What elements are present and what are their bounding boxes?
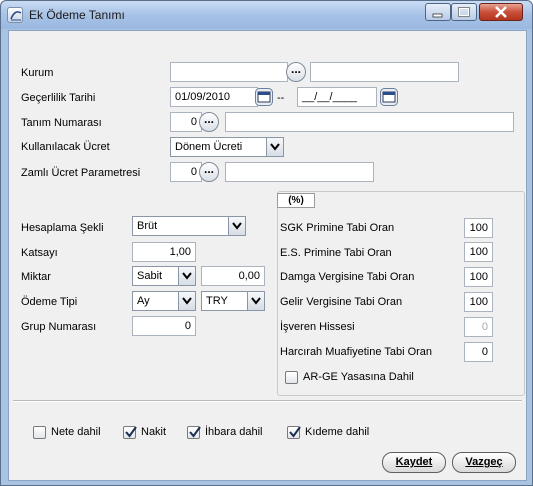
date-separator: -- <box>277 92 285 104</box>
gelir-label: Gelir Vergisine Tabi Oran <box>280 296 403 308</box>
kurum-lookup-button[interactable]: ... <box>286 62 306 82</box>
end-calendar-button[interactable] <box>379 87 399 107</box>
close-icon <box>495 6 507 18</box>
kurum-name-field[interactable] <box>310 62 459 82</box>
calendar-icon <box>380 88 398 106</box>
nakit-checkbox[interactable] <box>123 426 137 439</box>
miktar-type-value: Sabit <box>137 270 163 282</box>
start-date-field[interactable]: 01/09/2010 <box>170 87 258 107</box>
sgk-field[interactable]: 100 <box>464 218 493 238</box>
hesaplama-label: Hesaplama Şekli <box>21 222 104 234</box>
harcirah-field[interactable]: 0 <box>464 342 493 362</box>
odeme-tipi-label: Ödeme Tipi <box>21 296 78 308</box>
kurum-field[interactable] <box>170 62 288 82</box>
hesaplama-select[interactable]: Brüt <box>132 216 246 236</box>
title-bar[interactable]: Ek Ödeme Tanımı <box>1 1 532 29</box>
dropdown-arrow-button[interactable] <box>178 267 195 285</box>
es-label: E.S. Primine Tabi Oran <box>280 247 392 259</box>
harcirah-label: Harcırah Muafiyetine Tabi Oran <box>280 346 433 358</box>
nakit-label: Nakit <box>141 426 167 438</box>
chevron-down-icon <box>182 272 192 280</box>
form-area: Kurum ... Geçerlilik Tarihi 01/09/2010 -… <box>8 30 527 481</box>
grup-no-field[interactable]: 0 <box>132 316 196 336</box>
damga-label: Damga Vergisine Tabi Oran <box>280 271 415 283</box>
nete-dahil-checkbox[interactable] <box>33 426 46 439</box>
odeme-period-value: Ay <box>137 295 150 307</box>
chevron-down-icon <box>270 143 280 151</box>
zamli-name-field[interactable] <box>225 162 374 182</box>
gelir-field[interactable]: 100 <box>464 292 493 312</box>
isveren-label: İşveren Hissesi <box>280 321 355 333</box>
calendar-icon <box>255 88 273 106</box>
kideme-dahil-checkbox[interactable] <box>287 426 301 439</box>
gecerlilik-label: Geçerlilik Tarihi <box>21 92 96 104</box>
save-button[interactable]: Kaydet <box>382 452 446 473</box>
odeme-period-select[interactable]: Ay <box>132 291 196 311</box>
arge-label: AR-GE Yasasına Dahil <box>303 371 414 383</box>
dropdown-arrow-button[interactable] <box>247 292 264 310</box>
ihbara-dahil-checkbox[interactable] <box>187 426 201 439</box>
isveren-field: 0 <box>464 317 493 337</box>
hesaplama-value: Brüt <box>137 220 158 232</box>
chevron-down-icon <box>251 297 261 305</box>
tab-percent[interactable]: (%) <box>277 193 315 208</box>
zamli-field[interactable]: 0 <box>170 162 202 182</box>
start-calendar-button[interactable] <box>254 87 274 107</box>
checkmark-icon <box>125 426 137 438</box>
sgk-label: SGK Primine Tabi Oran <box>280 222 395 234</box>
chevron-down-icon <box>232 222 242 230</box>
zamli-lookup-button[interactable]: ... <box>199 162 219 182</box>
app-logo-icon <box>7 7 23 23</box>
maximize-icon <box>458 7 470 17</box>
kullanilacak-ucret-label: Kullanılacak Ücret <box>21 141 110 153</box>
checkmark-icon <box>289 426 301 438</box>
katsayi-field[interactable]: 1,00 <box>132 242 196 262</box>
nete-dahil-label: Nete dahil <box>51 426 101 438</box>
tanim-name-field[interactable] <box>225 112 514 132</box>
miktar-field[interactable]: 0,00 <box>201 266 265 286</box>
checkmark-icon <box>189 426 201 438</box>
miktar-type-select[interactable]: Sabit <box>132 266 196 286</box>
tanim-no-label: Tanım Numarası <box>21 117 102 129</box>
tanim-no-lookup-button[interactable]: ... <box>199 112 219 132</box>
ihbara-dahil-label: İhbara dahil <box>205 426 263 438</box>
es-field[interactable]: 100 <box>464 242 493 262</box>
end-date-field[interactable]: __/__/____ <box>297 87 377 107</box>
kullanilacak-ucret-value: Dönem Ücreti <box>175 141 243 153</box>
section-divider <box>13 400 522 402</box>
cancel-button[interactable]: Vazgeç <box>452 452 516 473</box>
window-title: Ek Ödeme Tanımı <box>29 8 125 22</box>
tanim-no-field[interactable]: 0 <box>170 112 202 132</box>
katsayi-label: Katsayı <box>21 247 58 259</box>
minimize-button[interactable] <box>425 3 451 21</box>
dropdown-arrow-button[interactable] <box>228 217 245 235</box>
ek-odeme-window: Ek Ödeme Tanımı Kurum ... Geçerlilik Tar… <box>0 0 533 486</box>
odeme-currency-value: TRY <box>206 295 228 307</box>
dropdown-arrow-button[interactable] <box>178 292 195 310</box>
close-button[interactable] <box>479 3 523 21</box>
chevron-down-icon <box>182 297 192 305</box>
kullanilacak-ucret-select[interactable]: Dönem Ücreti <box>170 137 284 157</box>
miktar-label: Miktar <box>21 271 51 283</box>
odeme-currency-select[interactable]: TRY <box>201 291 265 311</box>
dropdown-arrow-button[interactable] <box>266 138 283 156</box>
damga-field[interactable]: 100 <box>464 267 493 287</box>
minimize-icon <box>432 13 443 18</box>
kideme-dahil-label: Kıdeme dahil <box>305 426 370 438</box>
maximize-button[interactable] <box>451 3 477 21</box>
zamli-label: Zamlı Ücret Parametresi <box>21 167 141 179</box>
arge-checkbox[interactable] <box>285 371 298 384</box>
grup-no-label: Grup Numarası <box>21 321 97 333</box>
kurum-label: Kurum <box>21 67 54 79</box>
